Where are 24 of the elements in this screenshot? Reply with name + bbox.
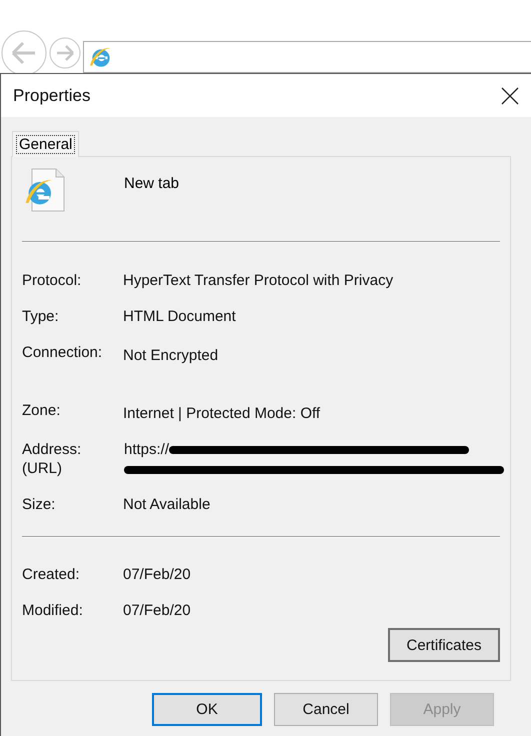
property-value: Internet | Protected Mode: Off [123, 404, 322, 423]
property-label: Created: [22, 565, 81, 584]
property-value: Not Available [123, 495, 212, 514]
property-label: Size: [22, 495, 56, 514]
property-label: Type: [22, 307, 60, 326]
property-label: Protocol: [22, 271, 82, 290]
property-label: Connection: [22, 343, 104, 363]
property-label: Zone: [22, 401, 62, 421]
property-value: 07/Feb/20 [123, 601, 192, 620]
tab[interactable]: General [12, 131, 80, 157]
property-label: Address: (URL) [22, 440, 82, 478]
dialog-button[interactable]: Cancel [274, 693, 378, 726]
property-value: 07/Feb/20 [123, 565, 192, 584]
certificates-button[interactable]: Certificates [388, 628, 500, 662]
page-name: New tab [124, 175, 180, 192]
back-icon[interactable] [1, 30, 47, 76]
close-icon[interactable] [501, 86, 519, 104]
property-label: Modified: [22, 601, 84, 620]
property-value: Not Encrypted [123, 346, 220, 365]
window-title: Properties [13, 86, 90, 106]
dialog-button[interactable]: OK [152, 693, 262, 726]
property-value: https:// [124, 440, 170, 459]
property-value: HTML Document [123, 307, 237, 326]
property-value: HyperText Transfer Protocol with Privacy [123, 271, 394, 290]
